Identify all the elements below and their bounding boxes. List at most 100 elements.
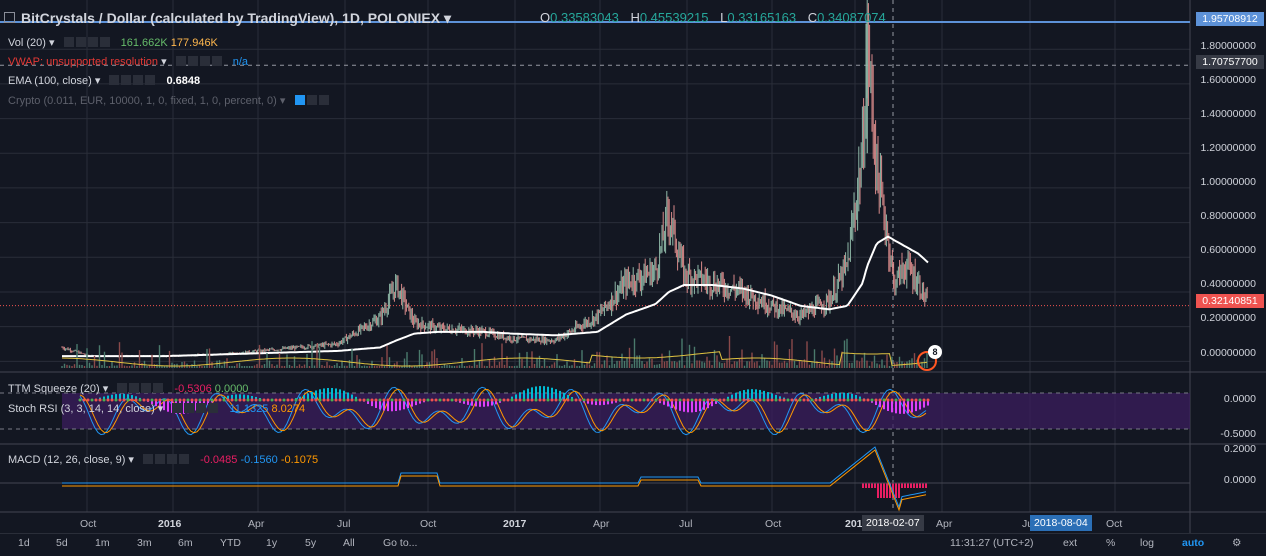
ttm-squeeze-dot (714, 398, 718, 402)
time-tick: Jul (337, 518, 351, 530)
vol-label[interactable]: Vol (20) (8, 37, 46, 49)
vwap-buttons[interactable] (175, 54, 224, 70)
ttm-squeeze-dot (582, 398, 586, 402)
vol-legend[interactable]: Vol (20) ▾ 161.662K 177.946K (8, 35, 218, 51)
ema-buttons[interactable] (109, 73, 157, 89)
ttm-squeeze-dot (522, 398, 526, 402)
ema-legend[interactable]: EMA (100, close) ▾ 0.6848 (8, 73, 200, 89)
ttm-squeeze-dot (730, 398, 734, 402)
price-tick: 0.40000000 (1200, 278, 1256, 290)
crypto-label[interactable]: Crypto (0.011, EUR, 10000, 1, 0, fixed, … (8, 95, 277, 107)
ttm-squeeze-dot (602, 398, 606, 402)
vwap-legend[interactable]: VWAP: unsupported resolution ▾ n/a (8, 54, 248, 70)
ttm-squeeze-dot (346, 398, 350, 402)
ohlc-high-key: H (630, 10, 640, 25)
ttm-squeeze-dot (566, 398, 570, 402)
symbol-square-icon[interactable] (4, 12, 15, 23)
ttm-value-2: 0.0000 (214, 383, 249, 395)
log-toggle[interactable]: log (1140, 537, 1154, 549)
ttm-squeeze-dot (838, 398, 842, 402)
ttm-squeeze-dot (734, 398, 738, 402)
time-tick: Oct (80, 518, 97, 530)
symbol-title[interactable]: BitCrystals / Dollar (calculated by Trad… (21, 10, 440, 26)
range-ytd[interactable]: YTD (220, 537, 241, 549)
ttm-legend[interactable]: TTM Squeeze (20) ▾ -0.5306 0.0000 (8, 381, 248, 397)
ttm-squeeze-dot (630, 398, 634, 402)
ttm-squeeze-dot (594, 398, 598, 402)
ttm-squeeze-dot (686, 398, 690, 402)
macd-legend[interactable]: MACD (12, 26, close, 9) ▾ -0.0485 -0.156… (8, 452, 318, 468)
crypto-buttons[interactable] (294, 93, 331, 109)
ttm-squeeze-dot (874, 398, 878, 402)
ttm-squeeze-dot (906, 398, 910, 402)
vwap-label[interactable]: VWAP: unsupported resolution (8, 56, 158, 68)
time-tick: 201 (845, 518, 863, 530)
vol-buttons[interactable] (63, 35, 112, 51)
ttm-squeeze-dot (398, 398, 402, 402)
ttm-squeeze-dot (322, 398, 326, 402)
ttm-squeeze-dot (854, 398, 858, 402)
ema-label[interactable]: EMA (100, close) (8, 75, 92, 87)
ttm-squeeze-dot (414, 398, 418, 402)
macd-value-hist: -0.0485 (200, 454, 238, 466)
ttm-squeeze-dot (654, 398, 658, 402)
auto-toggle[interactable]: auto (1182, 537, 1204, 549)
ttm-buttons[interactable] (117, 381, 165, 397)
ttm-label[interactable]: TTM Squeeze (20) (8, 383, 100, 395)
ext-toggle[interactable]: ext (1063, 537, 1077, 549)
range-3m[interactable]: 3m (137, 537, 152, 549)
range-5y[interactable]: 5y (305, 537, 316, 549)
ttm-squeeze-dot (650, 398, 654, 402)
ttm-squeeze-dot (598, 398, 602, 402)
ttm-squeeze-dot (318, 398, 322, 402)
crypto-legend[interactable]: Crypto (0.011, EUR, 10000, 1, 0, fixed, … (8, 93, 337, 109)
ttm-squeeze-dot (922, 398, 926, 402)
range-1d[interactable]: 1d (18, 537, 30, 549)
ttm-squeeze-dot (590, 398, 594, 402)
ttm-squeeze-dot (770, 398, 774, 402)
ttm-squeeze-dot (326, 398, 330, 402)
ttm-squeeze-dot (678, 398, 682, 402)
ttm-squeeze-dot (870, 398, 874, 402)
stoch-label[interactable]: Stoch RSI (3, 3, 14, 14, close) (8, 403, 155, 415)
range-1y[interactable]: 1y (266, 537, 277, 549)
ttm-squeeze-dot (778, 398, 782, 402)
goto-button[interactable]: Go to... (383, 537, 417, 549)
time-tick: Apr (936, 518, 953, 530)
ttm-squeeze-dot (350, 398, 354, 402)
ttm-squeeze-dot (430, 398, 434, 402)
ttm-squeeze-dot (550, 398, 554, 402)
macd-label[interactable]: MACD (12, 26, close, 9) (8, 454, 125, 466)
ttm-squeeze-dot (494, 398, 498, 402)
ttm-squeeze-dot (486, 398, 490, 402)
ttm-squeeze-dot (374, 398, 378, 402)
ttm-squeeze-dot (626, 398, 630, 402)
ttm-squeeze-dot (926, 398, 930, 402)
ttm-squeeze-dot (810, 398, 814, 402)
ttm-squeeze-dot (606, 398, 610, 402)
ohlc-open-key: O (540, 10, 551, 25)
percent-toggle[interactable]: % (1106, 537, 1115, 549)
event-count-badge[interactable]: 8 (928, 345, 942, 359)
ttm-squeeze-dot (410, 398, 414, 402)
ttm-squeeze-dot (742, 398, 746, 402)
range-5d[interactable]: 5d (56, 537, 68, 549)
ohlc-readout: O0.33583043 H0.45539215 L0.33165163 C0.3… (540, 10, 894, 26)
ttm-squeeze-dot (506, 398, 510, 402)
range-all[interactable]: All (343, 537, 355, 549)
ttm-squeeze-dot (562, 398, 566, 402)
range-6m[interactable]: 6m (178, 537, 193, 549)
range-1m[interactable]: 1m (95, 537, 110, 549)
macd-buttons[interactable] (143, 452, 191, 468)
ttm-squeeze-dot (530, 398, 534, 402)
stoch-buttons[interactable] (172, 401, 220, 417)
ttm-squeeze-dot (862, 398, 866, 402)
ttm-squeeze-dot (334, 398, 338, 402)
ttm-squeeze-dot (358, 398, 362, 402)
settings-gear-icon[interactable]: ⚙ (1232, 537, 1241, 549)
stoch-legend[interactable]: Stoch RSI (3, 3, 14, 14, close) ▾ 11.132… (8, 401, 305, 417)
ttm-squeeze-dot (722, 398, 726, 402)
ttm-squeeze-dot (710, 398, 714, 402)
price-tick: 0.80000000 (1200, 210, 1256, 222)
ttm-squeeze-dot (634, 398, 638, 402)
